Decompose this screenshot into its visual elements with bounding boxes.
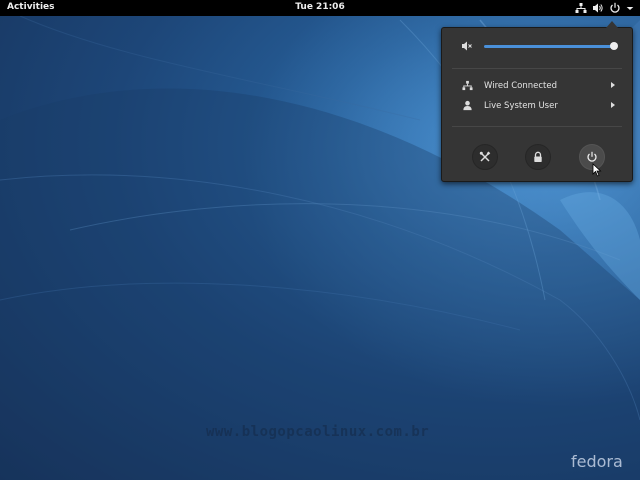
menu-separator [452,68,622,69]
settings-button[interactable] [472,144,498,170]
menu-item-label: Wired Connected [484,81,557,91]
clock-button[interactable]: Tue 21:06 [295,2,344,12]
volume-muted-icon [462,41,472,51]
user-icon [463,100,472,111]
lock-button[interactable] [525,144,551,170]
power-icon [587,151,597,162]
menu-separator [452,126,622,127]
top-bar: Activities Tue 21:06 [0,0,640,16]
volume-slider-knob[interactable] [610,42,618,50]
settings-tools-icon [479,151,491,162]
lock-icon [534,151,542,162]
network-wired-icon [575,3,587,13]
network-wired-icon [462,80,473,91]
clock-container: Tue 21:06 [0,2,640,12]
volume-slider-fill [484,45,614,48]
volume-icon [593,3,603,13]
mouse-cursor-icon [592,163,602,177]
chevron-right-icon [611,102,615,108]
menu-item-label: Live System User [484,101,558,111]
menu-item-user[interactable]: Live System User [442,97,632,115]
fedora-logo-text: fedora [571,452,623,471]
system-status-area[interactable] [575,0,634,16]
power-icon [610,2,620,13]
system-menu: Wired Connected Live System User [441,21,633,182]
menu-item-wired[interactable]: Wired Connected [442,77,632,95]
chevron-right-icon [611,82,615,88]
watermark-text: www.blogopcaolinux.com.br [206,424,430,440]
activities-button[interactable]: Activities [7,2,55,12]
menu-arrow-icon [626,7,634,10]
volume-row [442,38,632,54]
volume-slider[interactable] [484,42,618,50]
